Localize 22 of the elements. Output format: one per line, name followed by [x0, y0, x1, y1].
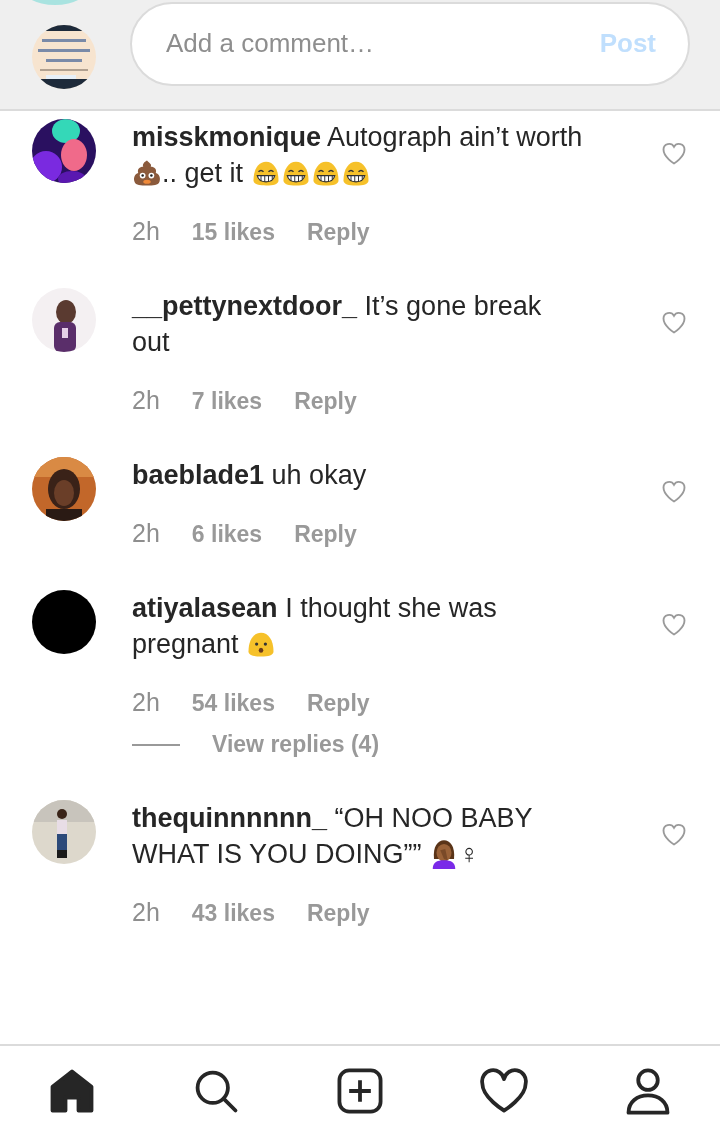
reply-button[interactable]: Reply	[306, 900, 370, 927]
comment-text: thequinnnnnn_ “OH NOO BABY WHAT IS YOU DOING”” ♀	[132, 802, 534, 871]
likes-link[interactable]: 43 likes	[191, 900, 275, 927]
comment-time: 2h	[132, 217, 160, 246]
likes-link[interactable]: 7 likes	[191, 388, 263, 415]
comment-time: 2h	[132, 898, 160, 927]
view-replies-link[interactable]: View replies (4)	[212, 731, 380, 758]
comment-text: atiyalasean I thought she was pregnant	[132, 592, 498, 661]
reply-button[interactable]: Reply	[306, 219, 370, 246]
likes-link[interactable]: 6 likes	[191, 521, 263, 548]
reply-button[interactable]: Reply	[306, 690, 370, 717]
reply-button[interactable]: Reply	[294, 521, 357, 548]
comment-text: misskmonique Autograph ain’t worth .. get it	[132, 121, 584, 190]
comment-time: 2h	[132, 386, 160, 415]
comment-text: __pettynextdoor_ It’s gone break out	[132, 290, 543, 359]
comment-time: 2h	[132, 688, 160, 717]
reply-button[interactable]: Reply	[294, 388, 357, 415]
comment-time: 2h	[132, 519, 160, 548]
likes-link[interactable]: 15 likes	[191, 219, 275, 246]
poop-emoji-icon	[132, 158, 162, 188]
comment-text: baeblade1 uh okay	[132, 459, 368, 492]
likes-link[interactable]: 54 likes	[191, 690, 275, 717]
